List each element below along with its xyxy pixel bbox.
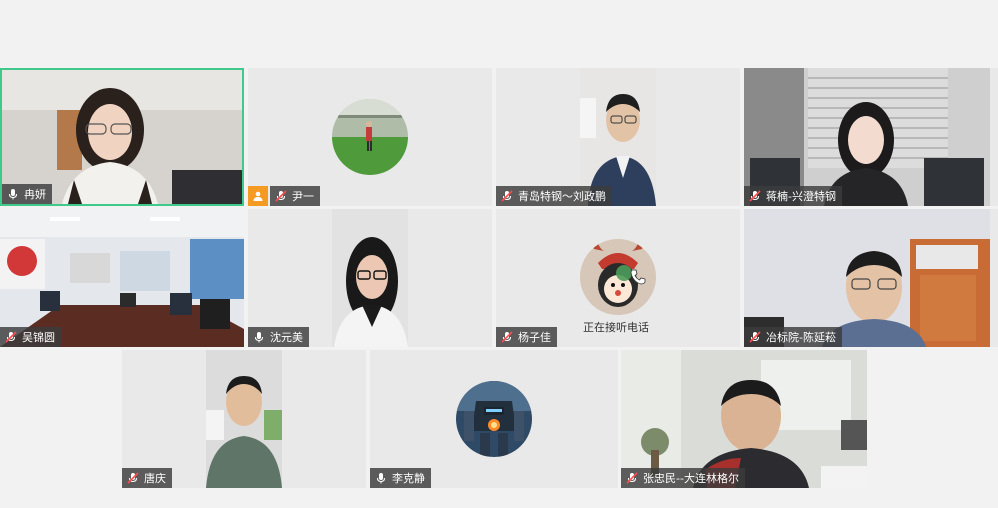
participant-tile-5[interactable]: 吴锦圆 xyxy=(0,209,244,347)
participant-tile-1[interactable]: 冉妍 xyxy=(0,68,244,206)
microphone-icon[interactable] xyxy=(374,471,388,485)
participant-name: 蒋楠-兴澄特钢 xyxy=(766,190,836,203)
participant-name-bar: 李克静 xyxy=(370,468,431,488)
participant-tile-2[interactable]: 尹一 xyxy=(248,68,492,206)
microphone-icon[interactable] xyxy=(252,330,266,344)
microphone-muted-icon[interactable] xyxy=(500,189,514,203)
participant-video xyxy=(206,350,282,488)
participant-tile-6[interactable]: 沈元美 xyxy=(248,209,492,347)
participant-name-bar: 唐庆 xyxy=(122,468,172,488)
participant-name: 唐庆 xyxy=(144,472,166,485)
phone-call-icon xyxy=(630,269,646,285)
participant-name-bar: 吴锦圆 xyxy=(0,327,61,347)
participant-tile-4[interactable]: 蒋楠-兴澄特钢 xyxy=(744,68,998,206)
participant-tile-3[interactable]: 青岛特钢～刘政鹏 xyxy=(496,68,740,206)
microphone-icon[interactable] xyxy=(6,187,20,201)
participant-name-bar: 杨子佳 xyxy=(496,327,557,347)
participant-name: 杨子佳 xyxy=(518,331,551,344)
microphone-muted-icon[interactable] xyxy=(748,189,762,203)
participant-tile-7[interactable]: 正在接听电话 杨子佳 xyxy=(496,209,740,347)
participant-video xyxy=(332,209,408,347)
participant-name: 冶标院-陈延菘 xyxy=(766,331,836,344)
participant-name-bar: 沈元美 xyxy=(248,327,309,347)
participant-name: 李克静 xyxy=(392,472,425,485)
participant-tile-11[interactable]: 张忠民--大连林格尔 xyxy=(621,350,867,488)
participant-name-bar: 青岛特钢～刘政鹏 xyxy=(496,186,612,206)
microphone-muted-icon[interactable] xyxy=(500,330,514,344)
participant-tile-10[interactable]: 李克静 xyxy=(370,350,618,488)
microphone-muted-icon[interactable] xyxy=(274,189,288,203)
participant-name-bar: 冉妍 xyxy=(2,184,52,204)
participant-tile-9[interactable]: 唐庆 xyxy=(122,350,366,488)
participant-name-bar: 蒋楠-兴澄特钢 xyxy=(744,186,842,206)
participant-name-bar: 冶标院-陈延菘 xyxy=(744,327,842,347)
participant-name: 青岛特钢～刘政鹏 xyxy=(518,190,606,203)
soccer-field-avatar-icon xyxy=(332,99,408,175)
participant-name-bar: 尹一 xyxy=(248,186,320,206)
robot-mech-avatar-icon xyxy=(456,381,532,457)
participant-name: 尹一 xyxy=(292,190,314,203)
participant-name: 张忠民--大连林格尔 xyxy=(643,472,739,485)
participant-name: 冉妍 xyxy=(24,188,46,201)
host-icon xyxy=(248,186,268,206)
microphone-muted-icon[interactable] xyxy=(748,330,762,344)
video-conference-gallery: 冉妍 尹一 青岛特钢～刘政鹏 蒋楠-兴澄特钢 吴锦圆 沈元美 正在接听电话 杨子… xyxy=(0,0,998,508)
participant-name: 沈元美 xyxy=(270,331,303,344)
participant-tile-8[interactable]: 冶标院-陈延菘 xyxy=(744,209,998,347)
participant-status-text: 正在接听电话 xyxy=(583,321,649,334)
microphone-muted-icon[interactable] xyxy=(625,471,639,485)
microphone-muted-icon[interactable] xyxy=(4,330,18,344)
participant-name-bar: 张忠民--大连林格尔 xyxy=(621,468,745,488)
participant-name: 吴锦圆 xyxy=(22,331,55,344)
microphone-muted-icon[interactable] xyxy=(126,471,140,485)
